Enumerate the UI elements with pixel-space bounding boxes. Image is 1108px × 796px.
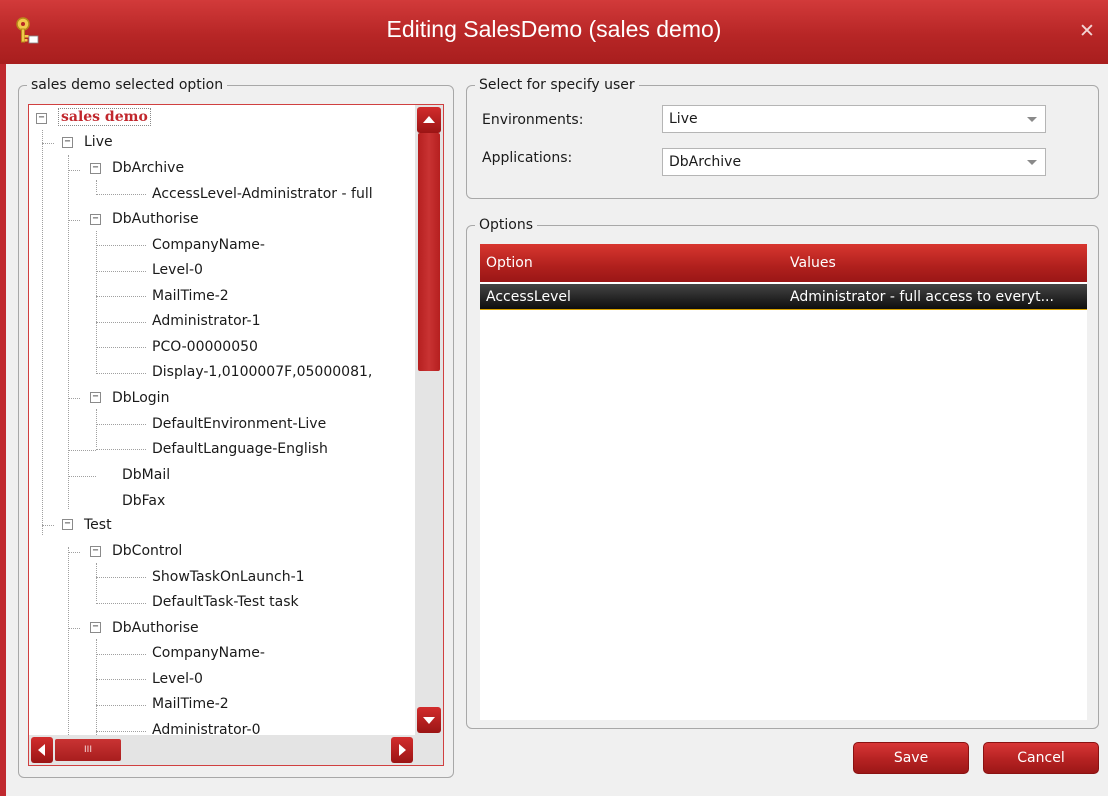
cancel-button[interactable]: Cancel (983, 742, 1099, 774)
scroll-left-button[interactable] (31, 737, 53, 763)
tree-expander-live-dblogin[interactable]: − (90, 392, 101, 403)
tree-node-root[interactable]: sales demo (58, 105, 151, 130)
tree-expander-live-dbauthorise[interactable]: − (90, 214, 101, 225)
tree-node-test[interactable]: Test (84, 513, 112, 538)
tree-node-test-dbauthorise[interactable]: DbAuthorise (112, 616, 199, 641)
dropdown-arrow-icon (1027, 117, 1037, 122)
close-icon[interactable]: ✕ (1077, 21, 1097, 41)
tree-leaf[interactable]: MailTime-2 (152, 284, 229, 309)
tree-horizontal-scrollbar[interactable]: III (29, 735, 415, 765)
environments-label: Environments: (482, 112, 584, 128)
tree-expander-live[interactable]: − (62, 137, 73, 148)
tree-leaf[interactable]: AccessLevel-Administrator - full (152, 182, 373, 207)
tree-leaf[interactable]: Administrator-0 (152, 718, 261, 735)
tree-node-live-dbarchive[interactable]: DbArchive (112, 156, 184, 181)
save-button[interactable]: Save (853, 742, 969, 774)
tree-leaf[interactable]: PCO-00000050 (152, 335, 258, 360)
tree-leaf[interactable]: CompanyName- (152, 233, 265, 258)
tree-node-live[interactable]: Live (84, 130, 113, 155)
tree-expander-test-dbcontrol[interactable]: − (90, 546, 101, 557)
tree-expander-test-dbauthorise[interactable]: − (90, 622, 101, 633)
tree-vertical-scrollbar[interactable] (415, 105, 443, 735)
scroll-down-button[interactable] (417, 707, 441, 733)
window-frame-edge (0, 64, 6, 796)
tree-leaf[interactable]: ShowTaskOnLaunch-1 (152, 565, 305, 590)
specify-user-legend: Select for specify user (475, 76, 639, 94)
options-grid[interactable]: Option Values AccessLevel Administrator … (480, 244, 1087, 720)
dropdown-arrow-icon (1027, 160, 1037, 165)
window-title: Editing SalesDemo (sales demo) (386, 16, 722, 42)
tree-leaf[interactable]: Level-0 (152, 258, 203, 283)
environments-value: Live (669, 111, 698, 127)
title-bar: Editing SalesDemo (sales demo) ✕ (0, 0, 1108, 64)
chevron-up-icon (423, 116, 435, 123)
options-tree[interactable]: − sales demo − Live − DbArchive AccessLe… (28, 104, 444, 766)
tree-leaf[interactable]: DefaultLanguage-English (152, 437, 328, 462)
specify-user-group: Select for specify user (466, 76, 1099, 199)
vertical-scroll-thumb[interactable] (418, 133, 440, 371)
applications-value: DbArchive (669, 154, 742, 170)
scrollbar-corner (415, 735, 443, 765)
tree-expander-root[interactable]: − (36, 113, 47, 124)
tree-node-live-dblogin[interactable]: DbLogin (112, 386, 169, 411)
option-cell: AccessLevel (486, 289, 571, 305)
tree-leaf[interactable]: Administrator-1 (152, 309, 261, 334)
tree-viewport: − sales demo − Live − DbArchive AccessLe… (29, 105, 415, 735)
applications-dropdown[interactable]: DbArchive (662, 148, 1046, 176)
environments-dropdown[interactable]: Live (662, 105, 1046, 133)
chevron-right-icon (399, 744, 406, 756)
scroll-right-button[interactable] (391, 737, 413, 763)
table-row[interactable]: AccessLevel Administrator - full access … (480, 284, 1087, 310)
selected-option-legend: sales demo selected option (27, 76, 228, 94)
tree-node-test-dbcontrol[interactable]: DbControl (112, 539, 182, 564)
chevron-left-icon (38, 744, 45, 756)
tree-node-live-dbauthorise[interactable]: DbAuthorise (112, 207, 199, 232)
options-grid-header: Option Values (480, 244, 1087, 282)
column-header-option[interactable]: Option (486, 244, 533, 282)
tree-leaf[interactable]: DefaultEnvironment-Live (152, 412, 326, 437)
tree-leaf[interactable]: DefaultTask-Test task (152, 590, 299, 615)
value-cell: Administrator - full access to everyt... (790, 289, 1054, 305)
scroll-up-button[interactable] (417, 107, 441, 133)
tree-expander-test[interactable]: − (62, 519, 73, 530)
applications-label: Applications: (482, 150, 573, 166)
column-header-values[interactable]: Values (790, 244, 836, 282)
chevron-down-icon (423, 717, 435, 724)
tree-expander-live-dbarchive[interactable]: − (90, 163, 101, 174)
tree-node-live-dbmail[interactable]: DbMail (122, 463, 170, 488)
tree-leaf[interactable]: MailTime-2 (152, 692, 229, 717)
horizontal-scroll-thumb[interactable]: III (55, 739, 121, 761)
tree-node-live-dbfax[interactable]: DbFax (122, 489, 165, 514)
tree-leaf[interactable]: CompanyName- (152, 641, 265, 666)
options-legend: Options (475, 216, 538, 234)
tree-leaf[interactable]: Display-1,0100007F,05000081, (152, 360, 372, 385)
tree-leaf[interactable]: Level-0 (152, 667, 203, 692)
